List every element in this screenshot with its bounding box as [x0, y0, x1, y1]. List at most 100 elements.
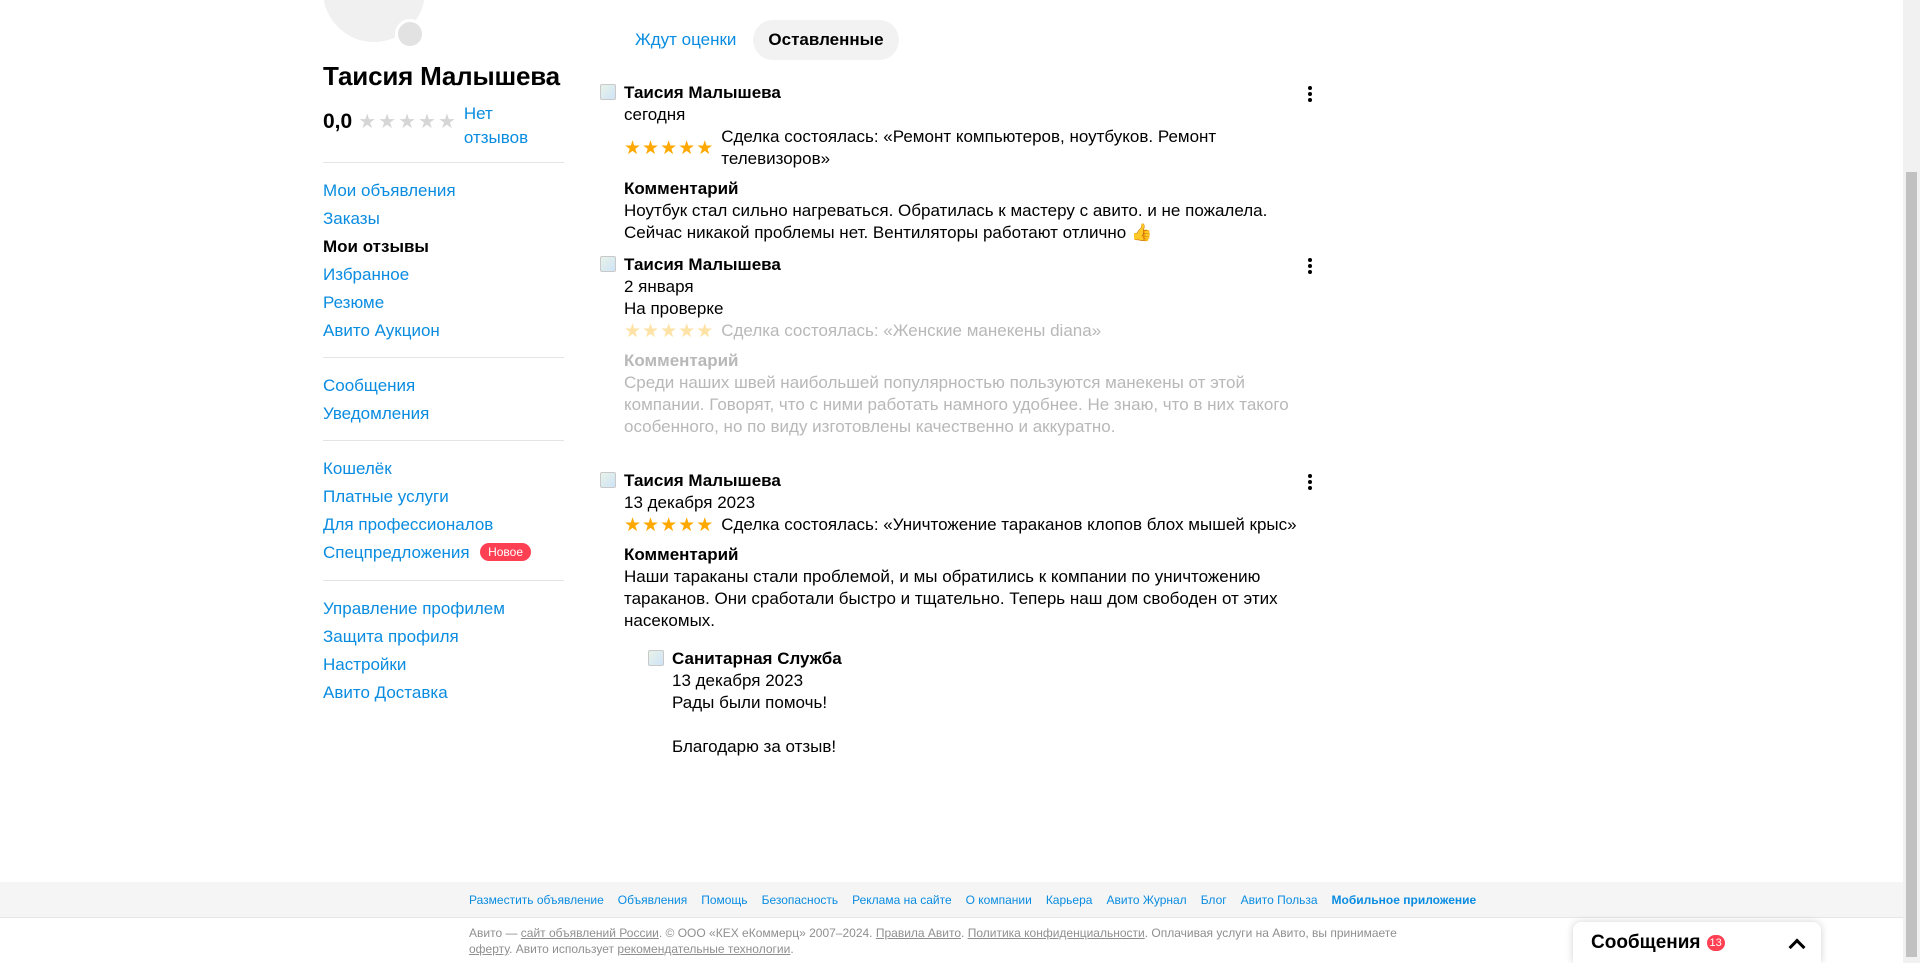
divider: [323, 580, 564, 581]
reply-author: Санитарная Служба: [672, 649, 842, 668]
more-options-icon[interactable]: [1300, 84, 1320, 104]
star-icon: ★: [678, 514, 696, 536]
footer-link-advertising[interactable]: Реклама на сайте: [852, 892, 952, 908]
seller-reply: Санитарная Служба 13 декабря 2023 Рады б…: [648, 648, 1320, 758]
sidebar-item-settings[interactable]: Настройки: [323, 651, 564, 679]
sidebar-item-wallet[interactable]: Кошелёк: [323, 455, 564, 483]
tab-left[interactable]: Оставленные: [753, 20, 899, 60]
legal-link-offer[interactable]: оферту: [469, 942, 509, 956]
star-icon: ★: [437, 111, 456, 133]
author-avatar: [600, 256, 616, 272]
star-icon: ★: [660, 137, 678, 159]
messenger-widget[interactable]: Сообщения 13: [1573, 922, 1821, 963]
legal-link-recommendations[interactable]: рекомендательные технологии: [617, 942, 790, 956]
footer-link-benefit[interactable]: Авито Польза: [1241, 892, 1318, 908]
footer-link-ads[interactable]: Объявления: [618, 892, 687, 908]
star-icon: ★: [642, 137, 660, 159]
author-avatar: [600, 84, 616, 100]
star-icon: ★: [642, 514, 660, 536]
sidebar-item-for-pros[interactable]: Для профессионалов: [323, 511, 564, 539]
sidebar-item-paid-services[interactable]: Платные услуги: [323, 483, 564, 511]
footer-link-mobile-app[interactable]: Мобильное приложение: [1332, 892, 1477, 908]
review-deal-row: ★ ★ ★ ★ ★ Сделка состоялась: «Ремонт ком…: [624, 126, 1320, 170]
review-deal: Сделка состоялась: «Уничтожение таракано…: [721, 515, 1297, 534]
footer-link-blog[interactable]: Блог: [1201, 892, 1227, 908]
comment-heading: Комментарий: [624, 545, 739, 564]
comment-text: Наши тараканы стали проблемой, и мы обра…: [624, 567, 1278, 630]
sidebar-item-auction[interactable]: Авито Аукцион: [323, 317, 564, 345]
review-card: Таисия Малышева 2 января На проверке ★ ★…: [600, 254, 1320, 438]
star-icon: ★: [398, 111, 417, 133]
review-stars: ★ ★ ★ ★ ★: [624, 322, 713, 341]
sidebar-item-notifications[interactable]: Уведомления: [323, 400, 564, 428]
sidebar-item-profile-management[interactable]: Управление профилем: [323, 595, 564, 623]
sidebar-item-profile-protection[interactable]: Защита профиля: [323, 623, 564, 651]
star-icon: ★: [418, 111, 436, 133]
star-icon: ★: [624, 320, 642, 342]
sidebar-item-delivery[interactable]: Авито Доставка: [323, 679, 564, 707]
page-scrollbar[interactable]: [1903, 0, 1920, 963]
footer-link-journal[interactable]: Авито Журнал: [1106, 892, 1186, 908]
footer-link-career[interactable]: Карьера: [1046, 892, 1093, 908]
star-icon: ★: [696, 137, 714, 159]
star-icon: ★: [358, 111, 377, 133]
sidebar-item-resume[interactable]: Резюме: [323, 289, 564, 317]
star-icon: ★: [660, 514, 678, 536]
review-date: 2 января: [624, 277, 694, 296]
no-reviews-link[interactable]: Нет отзывов: [464, 102, 534, 150]
star-icon: ★: [660, 320, 678, 342]
sidebar-item-orders[interactable]: Заказы: [323, 205, 564, 233]
review-card: Таисия Малышева 13 декабря 2023 ★ ★ ★ ★ …: [600, 470, 1320, 758]
reply-text: Благодарю за отзыв!: [672, 737, 837, 756]
messenger-title: Сообщения: [1591, 931, 1701, 953]
legal-text: . © ООО «КЕХ еКоммерц» 2007–2024.: [658, 926, 876, 940]
profile-sidebar: Таисия Малышева 0,0 ★ ★ ★ ★ ★ Нет отзыво…: [323, 58, 564, 707]
more-options-icon[interactable]: [1300, 472, 1320, 492]
divider: [323, 440, 564, 441]
footer-link-post-ad[interactable]: Разместить объявление: [469, 892, 604, 908]
review-deal-row: ★ ★ ★ ★ ★ Сделка состоялась: «Уничтожени…: [624, 514, 1320, 536]
star-icon: ★: [624, 137, 642, 159]
review-status: На проверке: [624, 299, 724, 318]
reply-avatar: [648, 650, 664, 666]
avatar-status-dot: [395, 19, 425, 49]
divider: [323, 357, 564, 358]
footer-link-help[interactable]: Помощь: [701, 892, 747, 908]
unread-count-badge: 13: [1706, 934, 1725, 951]
rating-row: 0,0 ★ ★ ★ ★ ★ Нет отзывов: [323, 102, 564, 150]
rating-stars: ★ ★ ★ ★ ★: [358, 112, 456, 132]
review-stars: ★ ★ ★ ★ ★: [624, 139, 713, 158]
comment-heading: Комментарий: [624, 179, 739, 198]
divider: [323, 162, 564, 163]
sidebar-item-messages[interactable]: Сообщения: [323, 372, 564, 400]
legal-text: .: [961, 926, 968, 940]
sidebar-item-special-offers[interactable]: Спецпредложения: [323, 543, 470, 562]
scrollbar-thumb[interactable]: [1906, 172, 1917, 957]
tab-pending[interactable]: Ждут оценки: [620, 20, 751, 60]
sidebar-item-special-offers-row: Спецпредложения Новое: [323, 539, 564, 568]
legal-link-privacy[interactable]: Политика конфиденциальности: [968, 926, 1145, 940]
sidebar-item-my-ads[interactable]: Мои объявления: [323, 177, 564, 205]
sidebar-item-my-reviews[interactable]: Мои отзывы: [323, 233, 564, 261]
star-icon: ★: [678, 320, 696, 342]
review-author: Таисия Малышева: [624, 255, 781, 274]
profile-name: Таисия Малышева: [323, 61, 560, 91]
legal-link-site[interactable]: сайт объявлений России: [521, 926, 659, 940]
review-author: Таисия Малышева: [624, 83, 781, 102]
footer-link-about[interactable]: О компании: [966, 892, 1032, 908]
star-icon: ★: [696, 320, 714, 342]
legal-link-rules[interactable]: Правила Авито: [876, 926, 961, 940]
legal-text: .: [790, 942, 794, 956]
reply-date: 13 декабря 2023: [672, 671, 804, 690]
review-date: сегодня: [624, 105, 686, 124]
sidebar-item-favorites[interactable]: Избранное: [323, 261, 564, 289]
rating-value: 0,0: [323, 110, 353, 133]
review-deal: Сделка состоялась: «Ремонт компьютеров, …: [721, 127, 1217, 168]
legal-text: . Оплачивая услуги на Авито, вы принимае…: [1144, 926, 1397, 940]
legal-text: . Авито использует: [509, 942, 618, 956]
review-stars: ★ ★ ★ ★ ★: [624, 516, 713, 535]
more-options-icon[interactable]: [1300, 256, 1320, 276]
chevron-up-icon[interactable]: [1788, 938, 1806, 955]
footer-link-security[interactable]: Безопасность: [762, 892, 839, 908]
reply-text: Рады были помочь!: [672, 693, 828, 712]
